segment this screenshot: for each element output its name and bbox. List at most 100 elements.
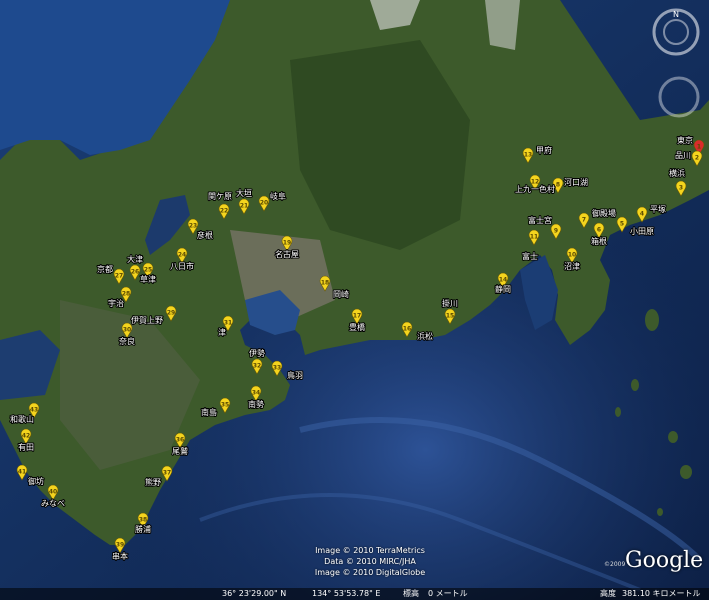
pin-number: 9 — [554, 228, 558, 235]
pin-number: 11 — [530, 234, 538, 241]
pin-number: 19 — [283, 240, 291, 247]
pin-number: 37 — [163, 470, 171, 477]
pin-label: 上九一色村 — [515, 184, 555, 194]
pin-number: 18 — [321, 280, 329, 287]
pin-label: 岐阜 — [270, 191, 286, 201]
pin-label: 串本 — [112, 551, 128, 561]
island — [668, 431, 678, 443]
snow-area-2 — [485, 0, 520, 50]
pin-number: 8 — [556, 182, 560, 189]
pin-label: 津 — [218, 327, 226, 337]
pin-label: 有田 — [18, 442, 34, 452]
island — [631, 379, 639, 391]
pin-number: 20 — [260, 200, 268, 207]
pin-label: 熊野 — [145, 477, 161, 487]
pin-number: 26 — [131, 269, 139, 276]
elevation-value: 0 メートル — [428, 589, 468, 598]
pin-number: 35 — [221, 402, 229, 409]
pin-label: 豊橋 — [349, 322, 365, 332]
elevation-label: 標高 — [403, 589, 419, 598]
island — [645, 309, 659, 331]
pin-label: 鳥羽 — [287, 370, 303, 380]
navigation-compass[interactable]: N — [650, 6, 702, 58]
pin-number: 16 — [403, 326, 411, 333]
pin-number: 25 — [144, 267, 152, 274]
pin-number: 7 — [582, 217, 586, 224]
pin-label: 大垣 — [236, 188, 252, 198]
pin-number: 6 — [597, 227, 601, 234]
satellite-map[interactable]: 1 東京 2 品川 3 横浜 4 平塚 5 小田原 6 箱根 7 御殿場 8 河口湖 9富士宮 10 沼津 11 富士 1… — [0, 0, 709, 600]
pin-number: 30 — [123, 327, 131, 334]
pin-number: 42 — [22, 433, 30, 440]
pin-label: 浜松 — [417, 331, 433, 341]
zoom-ring-icon[interactable] — [656, 74, 702, 120]
altitude-label: 高度 — [600, 589, 616, 598]
pin-label: 草津 — [140, 274, 156, 284]
island — [657, 508, 663, 516]
pin-label: 彦根 — [197, 230, 213, 240]
pin-number: 22 — [220, 208, 228, 215]
pin-label: 和歌山 — [10, 414, 34, 424]
pin-label: 平塚 — [650, 205, 666, 214]
pin-number: 34 — [252, 390, 260, 397]
pin-label: 八日市 — [170, 261, 194, 271]
pin-label: 奈良 — [119, 336, 135, 346]
pin-number: 2 — [695, 155, 699, 162]
pin-number: 14 — [499, 277, 507, 284]
pin-label: 富士 — [522, 251, 538, 261]
pin-number: 13 — [524, 152, 532, 159]
island — [615, 407, 621, 417]
pin-label: 岡崎 — [333, 289, 349, 299]
status-bar: 36° 23'29.00" N 134° 53'53.78" E 標高 0 メー… — [0, 588, 709, 600]
pin-number: 5 — [620, 221, 624, 228]
pin-number: 10 — [568, 252, 576, 259]
island — [680, 465, 692, 479]
pin-number: 23 — [189, 223, 197, 230]
pin-label: 関ケ原 — [208, 192, 232, 201]
pin-label: 富士宮 — [528, 215, 552, 225]
pin-number: 1 — [697, 144, 701, 151]
pin-label: 品川 — [675, 151, 691, 160]
pin-number: 40 — [49, 489, 57, 496]
pin-number: 41 — [18, 469, 26, 476]
pin-number: 28 — [122, 291, 130, 298]
pin-number: 24 — [178, 252, 186, 259]
pin-label: 甲府 — [536, 145, 552, 155]
pin-label: 横浜 — [669, 168, 685, 178]
pin-label: 箱根 — [591, 236, 607, 246]
pin-label: 東京 — [677, 135, 693, 145]
pin-label: 沼津 — [564, 261, 580, 271]
credit-line: Image © 2010 TerraMetrics — [315, 546, 425, 555]
compass-north-label: N — [673, 10, 679, 19]
latitude-readout: 36° 23'29.00" N — [222, 589, 287, 598]
pin-label: 御坊 — [28, 476, 44, 486]
pin-number: 27 — [115, 273, 123, 280]
pin-number: 39 — [116, 542, 124, 549]
logo-year: ©2009 — [604, 561, 626, 568]
pin-label: 河口湖 — [564, 177, 588, 187]
pin-label: 大津 — [127, 254, 143, 264]
pin-number: 29 — [167, 310, 175, 317]
pin-number: 3 — [679, 185, 683, 192]
pin-label: 御殿場 — [592, 208, 616, 218]
pin-number: 15 — [446, 313, 454, 320]
pin-label: 南島 — [201, 407, 217, 417]
pin-number: 38 — [139, 517, 147, 524]
pin-number: 17 — [353, 313, 361, 320]
pin-label: 伊勢 — [249, 348, 265, 358]
credit-line: Data © 2010 MIRC/JHA — [324, 557, 416, 566]
pin-label: 伊賀上野 — [131, 315, 163, 325]
pin-number: 4 — [640, 211, 644, 218]
pin-label: 勝浦 — [135, 524, 151, 534]
pin-number: 43 — [30, 407, 38, 414]
imagery-credits: Image © 2010 TerraMetrics Data © 2010 MI… — [290, 545, 450, 578]
pin-label: 宇治 — [108, 298, 124, 308]
longitude-readout: 134° 53'53.78" E — [312, 589, 381, 598]
pin-number: 31 — [224, 320, 232, 327]
google-logo: Google — [625, 548, 704, 573]
pin-label: 南勢 — [248, 399, 264, 409]
pin-label: 小田原 — [630, 227, 654, 236]
pin-label: 静岡 — [495, 284, 511, 294]
pin-label: 名古屋 — [275, 249, 299, 259]
credit-line: Image © 2010 DigitalGlobe — [314, 568, 426, 577]
